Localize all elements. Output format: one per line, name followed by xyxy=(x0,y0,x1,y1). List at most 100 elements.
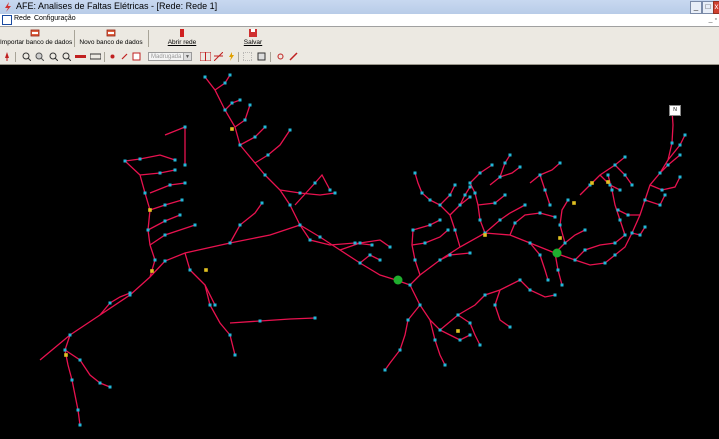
network-node[interactable] xyxy=(458,338,462,342)
add-device-icon[interactable] xyxy=(132,52,141,61)
network-node[interactable] xyxy=(413,258,417,262)
network-node[interactable] xyxy=(230,101,234,105)
network-node[interactable] xyxy=(298,223,302,227)
network-node[interactable] xyxy=(558,223,562,227)
network-node[interactable] xyxy=(193,223,197,227)
network-node[interactable] xyxy=(503,161,507,165)
network-node[interactable] xyxy=(411,228,415,232)
network-node[interactable] xyxy=(238,143,242,147)
network-node[interactable] xyxy=(223,81,227,85)
network-node[interactable] xyxy=(508,325,512,329)
network-node[interactable] xyxy=(228,73,232,77)
network-line[interactable] xyxy=(477,194,506,206)
network-node[interactable] xyxy=(353,241,357,245)
network-node[interactable] xyxy=(663,193,667,197)
protection-device[interactable] xyxy=(64,353,68,357)
network-line[interactable] xyxy=(414,172,431,201)
network-node[interactable] xyxy=(523,203,527,207)
network-node[interactable] xyxy=(108,385,112,389)
network-node[interactable] xyxy=(618,218,622,222)
add-node-icon[interactable] xyxy=(108,52,117,61)
network-line[interactable] xyxy=(529,162,561,184)
network-node[interactable] xyxy=(566,198,570,202)
zoom-icon[interactable] xyxy=(22,52,31,61)
network-node[interactable] xyxy=(498,218,502,222)
network-line[interactable] xyxy=(139,169,176,176)
network-line[interactable] xyxy=(469,182,486,234)
network-node[interactable] xyxy=(456,313,460,317)
refresh-icon[interactable] xyxy=(276,52,285,61)
network-node[interactable] xyxy=(490,163,494,167)
network-node[interactable] xyxy=(610,188,614,192)
network-node[interactable] xyxy=(468,333,472,337)
network-node[interactable] xyxy=(503,193,507,197)
network-node[interactable] xyxy=(498,175,502,179)
network-node[interactable] xyxy=(63,348,67,352)
protection-device[interactable] xyxy=(572,201,576,205)
network-node[interactable] xyxy=(606,173,610,177)
network-line[interactable] xyxy=(439,279,521,331)
network-node[interactable] xyxy=(518,278,522,282)
network-node[interactable] xyxy=(623,233,627,237)
network-node[interactable] xyxy=(408,283,412,287)
network-line[interactable] xyxy=(124,154,176,162)
network-node[interactable] xyxy=(643,225,647,229)
network-node[interactable] xyxy=(308,238,312,242)
network-node[interactable] xyxy=(658,203,662,207)
network-node[interactable] xyxy=(243,118,247,122)
network-node[interactable] xyxy=(538,253,542,257)
import-database-button[interactable]: Importar banco de dados xyxy=(0,28,72,49)
network-node[interactable] xyxy=(558,161,562,165)
network-line[interactable] xyxy=(299,224,397,281)
network-node[interactable] xyxy=(678,143,682,147)
network-node[interactable] xyxy=(613,241,617,245)
network-node[interactable] xyxy=(168,183,172,187)
network-node[interactable] xyxy=(616,208,620,212)
network-line[interactable] xyxy=(234,104,251,128)
fit-view-icon[interactable] xyxy=(257,52,266,61)
minimize-button[interactable]: _ xyxy=(690,1,702,14)
network-node[interactable] xyxy=(678,153,682,157)
network-node[interactable] xyxy=(260,201,264,205)
network-node[interactable] xyxy=(180,198,184,202)
network-node[interactable] xyxy=(583,228,587,232)
network-node[interactable] xyxy=(328,188,332,192)
network-node[interactable] xyxy=(266,153,270,157)
menu-rede[interactable]: Rede xyxy=(14,15,31,22)
network-node[interactable] xyxy=(138,157,142,161)
network-node[interactable] xyxy=(108,301,112,305)
network-node[interactable] xyxy=(228,241,232,245)
protection-device[interactable] xyxy=(204,268,208,272)
network-node[interactable] xyxy=(448,253,452,257)
network-line[interactable] xyxy=(412,219,441,231)
network-line[interactable] xyxy=(149,224,196,246)
protection-device[interactable] xyxy=(590,181,594,185)
network-line[interactable] xyxy=(411,229,421,276)
zoom-extent-icon[interactable] xyxy=(62,52,71,61)
feeder-network-diagram[interactable] xyxy=(0,65,719,439)
network-node[interactable] xyxy=(658,171,662,175)
network-node[interactable] xyxy=(163,203,167,207)
grid-icon[interactable] xyxy=(200,52,211,61)
network-node[interactable] xyxy=(173,158,177,162)
network-node[interactable] xyxy=(288,203,292,207)
network-node[interactable] xyxy=(146,228,150,232)
substation-marker[interactable] xyxy=(393,275,403,285)
select-area-icon[interactable] xyxy=(243,52,252,61)
network-node[interactable] xyxy=(318,235,322,239)
network-node[interactable] xyxy=(263,125,267,129)
network-node[interactable] xyxy=(553,215,557,219)
network-node[interactable] xyxy=(78,423,82,427)
network-node[interactable] xyxy=(528,241,532,245)
network-node[interactable] xyxy=(368,253,372,257)
protection-device[interactable] xyxy=(606,180,610,184)
network-node[interactable] xyxy=(298,191,302,195)
network-line[interactable] xyxy=(494,289,511,328)
network-node[interactable] xyxy=(478,343,482,347)
protection-device[interactable] xyxy=(148,208,152,212)
network-node[interactable] xyxy=(560,283,564,287)
network-node[interactable] xyxy=(203,75,207,79)
network-node[interactable] xyxy=(446,228,450,232)
protection-device[interactable] xyxy=(558,236,562,240)
network-node[interactable] xyxy=(643,198,647,202)
